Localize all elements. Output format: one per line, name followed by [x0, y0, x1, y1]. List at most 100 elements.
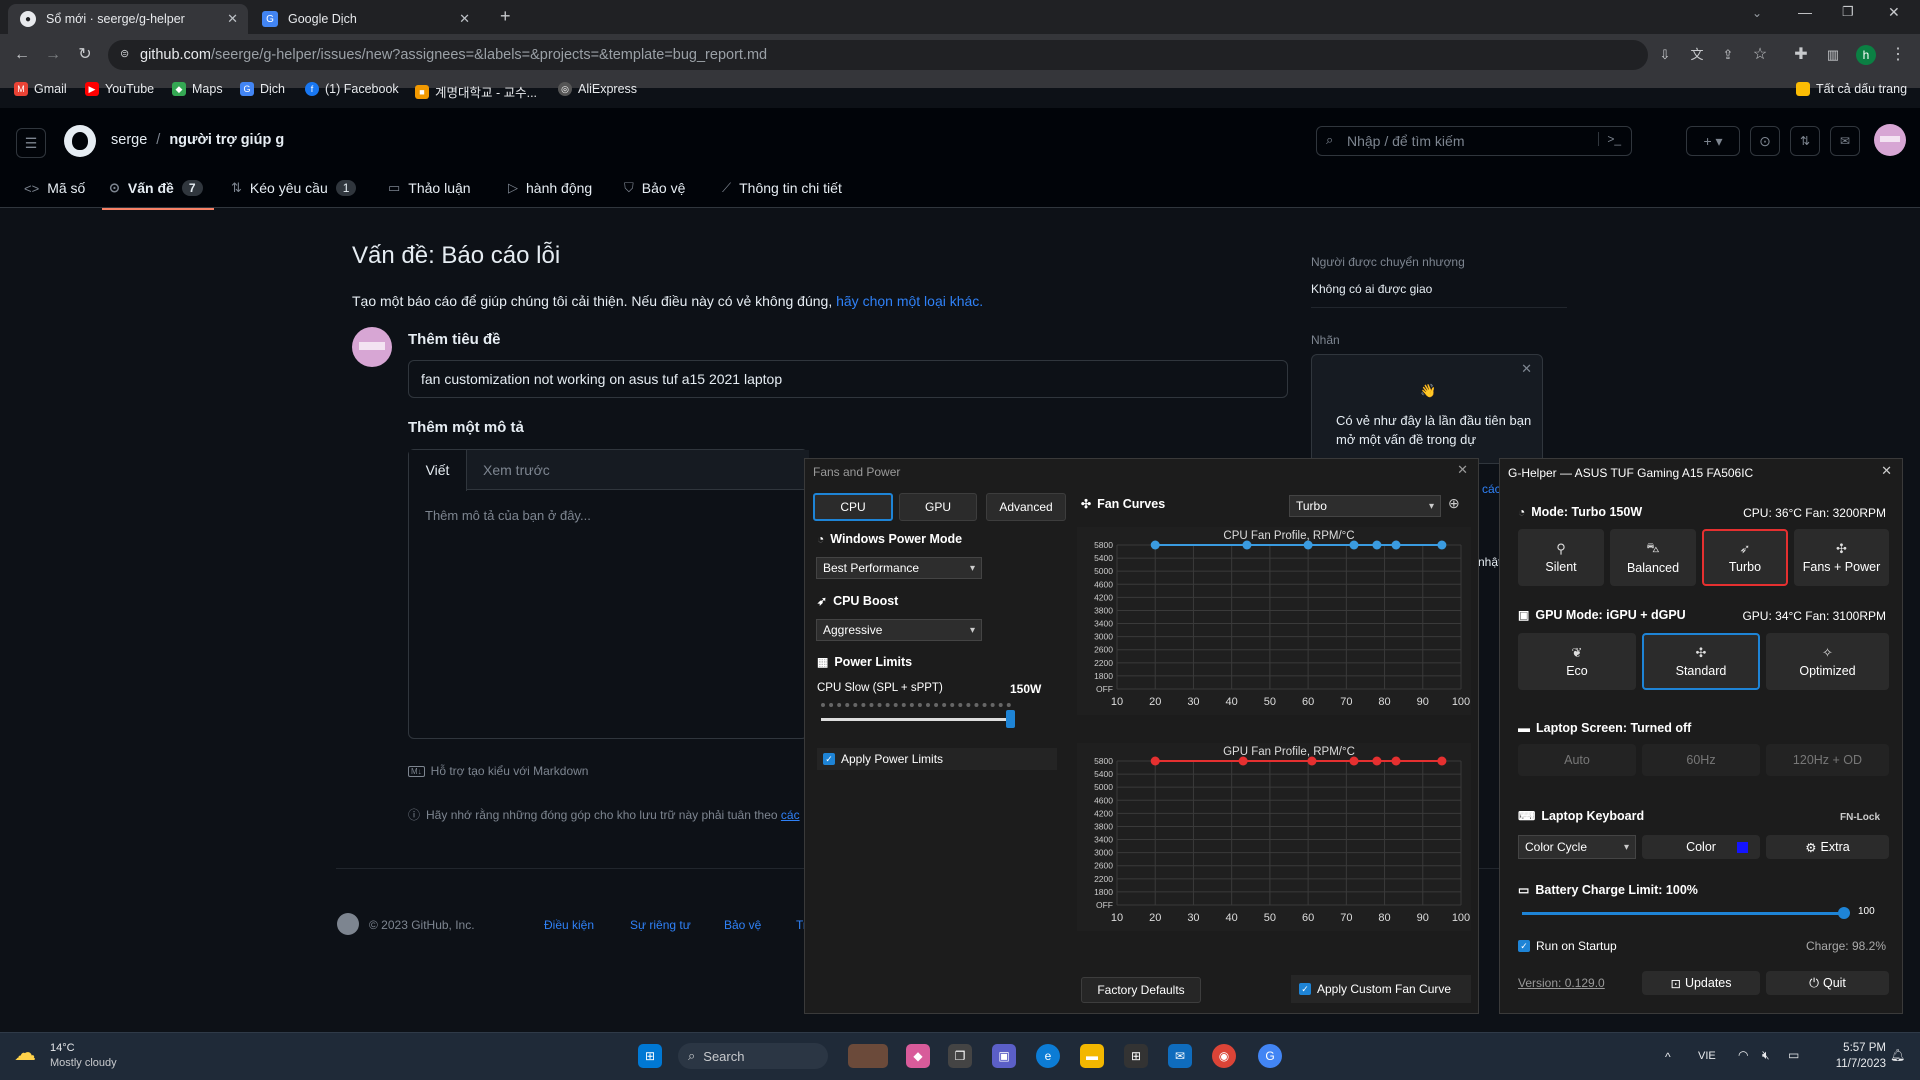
footer-link-security[interactable]: Bảo vệ — [724, 918, 761, 932]
close-tab-icon[interactable]: ✕ — [459, 11, 470, 27]
file-explorer-icon[interactable]: ▬ — [1080, 1044, 1104, 1068]
close-tab-icon[interactable]: ✕ — [227, 11, 238, 27]
windows-power-select[interactable]: Best Performance — [816, 557, 982, 579]
keyboard-mode-select[interactable]: Color Cycle — [1518, 835, 1636, 859]
tab-preview[interactable]: Xem trước — [483, 462, 550, 478]
apply-custom-fan-curve-checkbox[interactable]: ✓ Apply Custom Fan Curve — [1291, 975, 1471, 1003]
volume-muted-icon[interactable]: 🔇︎ — [1762, 1048, 1770, 1063]
apply-power-limits-checkbox[interactable]: ✓ Apply Power Limits — [817, 748, 1057, 770]
updates-button[interactable]: ⊡ Updates — [1642, 971, 1760, 995]
description-textarea[interactable]: Thêm mô tả của bạn ở đây... — [425, 508, 591, 523]
labels-heading[interactable]: Nhãn — [1311, 333, 1340, 347]
start-icon[interactable]: ⊞ — [638, 1044, 662, 1068]
fans-close-icon[interactable]: ✕ — [1457, 462, 1468, 478]
screen-auto-button[interactable]: Auto — [1518, 744, 1636, 776]
cpu-fan-chart[interactable]: CPU Fan Profile, RPM/°C OFF 1800 2200 2600 30… — [1077, 527, 1471, 715]
chrome-menu-icon[interactable]: ⋮ — [1888, 45, 1908, 65]
copilot-icon[interactable]: ◆ — [906, 1044, 930, 1068]
tab-github[interactable]: ● Sổ mới · seerge/g-helper ✕ — [8, 4, 248, 34]
fan-settings-icon[interactable]: ⊕ — [1448, 495, 1460, 512]
bookmark-youtube[interactable]: ▶ YouTube — [85, 82, 154, 96]
bookmark-gmail[interactable]: M Gmail — [14, 82, 67, 96]
mode-silent-button[interactable]: ⚲ Silent — [1518, 529, 1604, 586]
user-avatar[interactable] — [1874, 124, 1906, 156]
ghelper-close-icon[interactable]: ✕ — [1881, 463, 1892, 479]
tab-advanced[interactable]: Advanced — [986, 493, 1066, 521]
taskbar-search[interactable]: ⌕ Search — [678, 1043, 828, 1069]
github-logo-icon[interactable] — [64, 125, 96, 157]
task-view-icon[interactable]: ❐ — [948, 1044, 972, 1068]
tab-search-icon[interactable]: ⌄ — [1752, 6, 1762, 20]
mode-balanced-button[interactable]: ⛍ Balanced — [1610, 529, 1696, 586]
screen-120hz-button[interactable]: 120Hz + OD — [1766, 744, 1889, 776]
tab-google-translate[interactable]: G Google Dịch ✕ — [250, 4, 480, 34]
choose-template-link[interactable]: hãy chọn một loại khác. — [836, 293, 983, 309]
popover-link-fragment[interactable]: các — [1482, 482, 1501, 496]
restore-icon[interactable]: ❐ — [1842, 4, 1854, 20]
screen-60hz-button[interactable]: 60Hz — [1642, 744, 1760, 776]
tab-code[interactable]: <> Mã số — [24, 180, 85, 196]
teams-icon[interactable]: ▣ — [992, 1044, 1016, 1068]
bookmark-aliexpress[interactable]: ◎ AliExpress — [558, 82, 637, 96]
minimize-icon[interactable]: — — [1798, 4, 1812, 20]
edge-icon[interactable]: e — [1036, 1044, 1060, 1068]
address-bar[interactable]: ⊜ github.com/seerge/g-helper/issues/new?… — [108, 40, 1648, 70]
pull-requests-icon[interactable]: ⇅ — [1790, 126, 1820, 156]
tab-gpu[interactable]: GPU — [899, 493, 977, 521]
tab-issues[interactable]: ⊙ Vấn đề 7 — [109, 180, 203, 196]
wifi-icon[interactable]: ◠ — [1738, 1048, 1748, 1062]
repo-owner-link[interactable]: serge — [111, 132, 147, 148]
hamburger-menu-icon[interactable]: ☰ — [16, 128, 46, 158]
quit-button[interactable]: ⏻ Quit — [1766, 971, 1889, 995]
forward-icon[interactable]: → — [43, 45, 63, 65]
create-new-button[interactable]: + ▾ — [1686, 126, 1740, 156]
install-app-icon[interactable]: ⇩ — [1655, 45, 1675, 65]
extensions-icon[interactable]: ✚ — [1791, 45, 1811, 65]
bookmark-maps[interactable]: ◆ Maps — [172, 82, 223, 96]
search-input[interactable]: ⌕ Nhập / để tìm kiếm >_ — [1316, 126, 1632, 156]
inbox-icon[interactable]: ✉ — [1830, 126, 1860, 156]
bookmark-keimyung[interactable]: ■ 계명대학교 - 교수... — [415, 82, 537, 101]
assignees-heading[interactable]: Người được chuyển nhượng — [1311, 255, 1465, 269]
notifications-icon[interactable]: 🔔︎ — [1890, 1048, 1905, 1062]
widgets-icon[interactable] — [848, 1044, 888, 1068]
tray-overflow-icon[interactable]: ^ — [1665, 1050, 1671, 1064]
version-link[interactable]: Version: 0.129.0 — [1518, 976, 1605, 990]
cpu-boost-select[interactable]: Aggressive — [816, 619, 982, 641]
command-palette-icon[interactable]: >_ — [1598, 132, 1621, 146]
gpu-optimized-button[interactable]: ✧ Optimized — [1766, 633, 1889, 690]
window-close-icon[interactable]: ✕ — [1888, 4, 1900, 21]
mode-fans-power-button[interactable]: ✣ Fans + Power — [1794, 529, 1889, 586]
issue-title-input[interactable]: fan customization not working on asus tu… — [408, 360, 1288, 398]
cpu-slow-slider[interactable] — [821, 710, 1015, 728]
weather-icon[interactable]: ☁ — [14, 1040, 44, 1070]
battery-tray-icon[interactable]: ▭ — [1788, 1048, 1799, 1062]
gpu-standard-button[interactable]: ✣ Standard — [1642, 633, 1760, 690]
mode-turbo-button[interactable]: ➶ Turbo — [1702, 529, 1788, 586]
tab-security[interactable]: ⛉ Bảo vệ — [624, 180, 685, 196]
footer-link-terms[interactable]: Điều kiện — [544, 918, 594, 932]
translate-page-icon[interactable]: 文 — [1687, 45, 1707, 65]
fn-lock-label[interactable]: FN-Lock — [1840, 812, 1880, 823]
bookmark-star-icon[interactable]: ☆ — [1750, 45, 1770, 65]
translate-app-icon[interactable]: G — [1258, 1044, 1282, 1068]
tab-cpu[interactable]: CPU — [813, 493, 893, 521]
clock-date[interactable]: 11/7/2023 — [1820, 1058, 1886, 1070]
keyboard-color-button[interactable]: Color — [1642, 835, 1760, 859]
all-bookmarks[interactable]: Tất cả dấu trang — [1796, 82, 1907, 96]
popover-close-icon[interactable]: ✕ — [1521, 361, 1532, 377]
bookmark-translate[interactable]: G Dịch — [240, 82, 285, 96]
issues-icon[interactable]: ⊙ — [1750, 126, 1780, 156]
side-panel-icon[interactable]: ▥ — [1823, 45, 1843, 65]
back-icon[interactable]: ← — [12, 45, 32, 65]
store-icon[interactable]: ⊞ — [1124, 1044, 1148, 1068]
profile-avatar[interactable]: h — [1856, 45, 1876, 65]
reload-icon[interactable]: ↻ — [75, 45, 95, 65]
tab-write[interactable]: Viết — [409, 450, 467, 491]
clock-time[interactable]: 5:57 PM — [1830, 1042, 1886, 1054]
markdown-note[interactable]: M↓ Hỗ trợ tạo kiểu với Markdown — [408, 764, 588, 778]
new-tab-icon[interactable]: + — [500, 6, 511, 27]
battery-limit-slider[interactable] — [1522, 907, 1850, 919]
mail-icon[interactable]: ✉ — [1168, 1044, 1192, 1068]
tab-actions[interactable]: ▷ hành động — [508, 180, 592, 196]
